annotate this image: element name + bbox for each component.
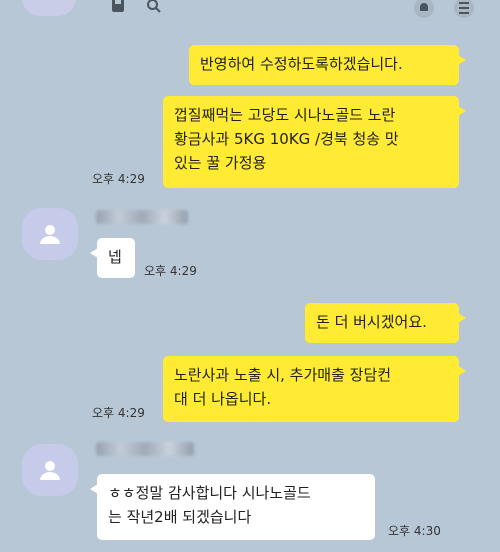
profile-icon <box>40 461 60 480</box>
message-timestamp: 오후 4:29 <box>92 172 145 186</box>
my-message-bubble[interactable]: 껍질째먹는 고당도 시나노골드 노란 황금사과 5KG 10KG /경북 청송 … <box>163 96 466 188</box>
save-icon[interactable] <box>110 0 130 18</box>
my-message-bubble[interactable]: 돈 더 버시겠어요. <box>305 303 466 343</box>
message-text: 노란사과 노출 시, 추가매출 장담컨 <box>174 366 392 384</box>
message-text: 는 작년2배 되겠습니다 <box>108 508 252 526</box>
top-avatar[interactable] <box>22 0 76 16</box>
profile-icon <box>40 225 60 244</box>
message-timestamp: 오후 4:29 <box>144 264 197 278</box>
message-text: 넵 <box>108 248 122 266</box>
profile-avatar[interactable] <box>22 208 78 260</box>
chat-top-bar <box>0 0 500 24</box>
search-icon[interactable] <box>146 0 166 18</box>
message-text: 반영하여 수정하도록하겠습니다. <box>200 55 403 73</box>
message-text: 황금사과 5KG 10KG /경북 청송 맛 <box>174 130 399 148</box>
message-text: 껍질째먹는 고당도 시나노골드 노란 <box>174 106 396 124</box>
their-message-bubble[interactable]: ㅎㅎ정말 감사합니다 시나노골드 는 작년2배 되겠습니다 <box>90 474 375 540</box>
message-text: 대 더 나옵니다. <box>174 390 272 408</box>
profile-avatar[interactable] <box>22 444 78 496</box>
menu-icon[interactable] <box>454 0 474 18</box>
message-text: ㅎㅎ정말 감사합니다 시나노골드 <box>108 484 311 502</box>
message-timestamp: 오후 4:29 <box>92 406 145 420</box>
message-text: 있는 꿀 가정용 <box>174 154 267 172</box>
my-message-bubble[interactable]: 반영하여 수정하도록하겠습니다. <box>189 45 466 85</box>
my-message-bubble[interactable]: 노란사과 노출 시, 추가매출 장담컨 대 더 나옵니다. <box>163 356 466 422</box>
their-message-bubble[interactable]: 넵 <box>90 238 135 278</box>
bell-icon[interactable] <box>414 0 434 18</box>
message-text: 돈 더 버시겠어요. <box>316 313 427 331</box>
sender-name-blurred <box>96 210 188 224</box>
sender-name-blurred <box>96 442 194 456</box>
message-timestamp: 오후 4:30 <box>388 524 441 538</box>
